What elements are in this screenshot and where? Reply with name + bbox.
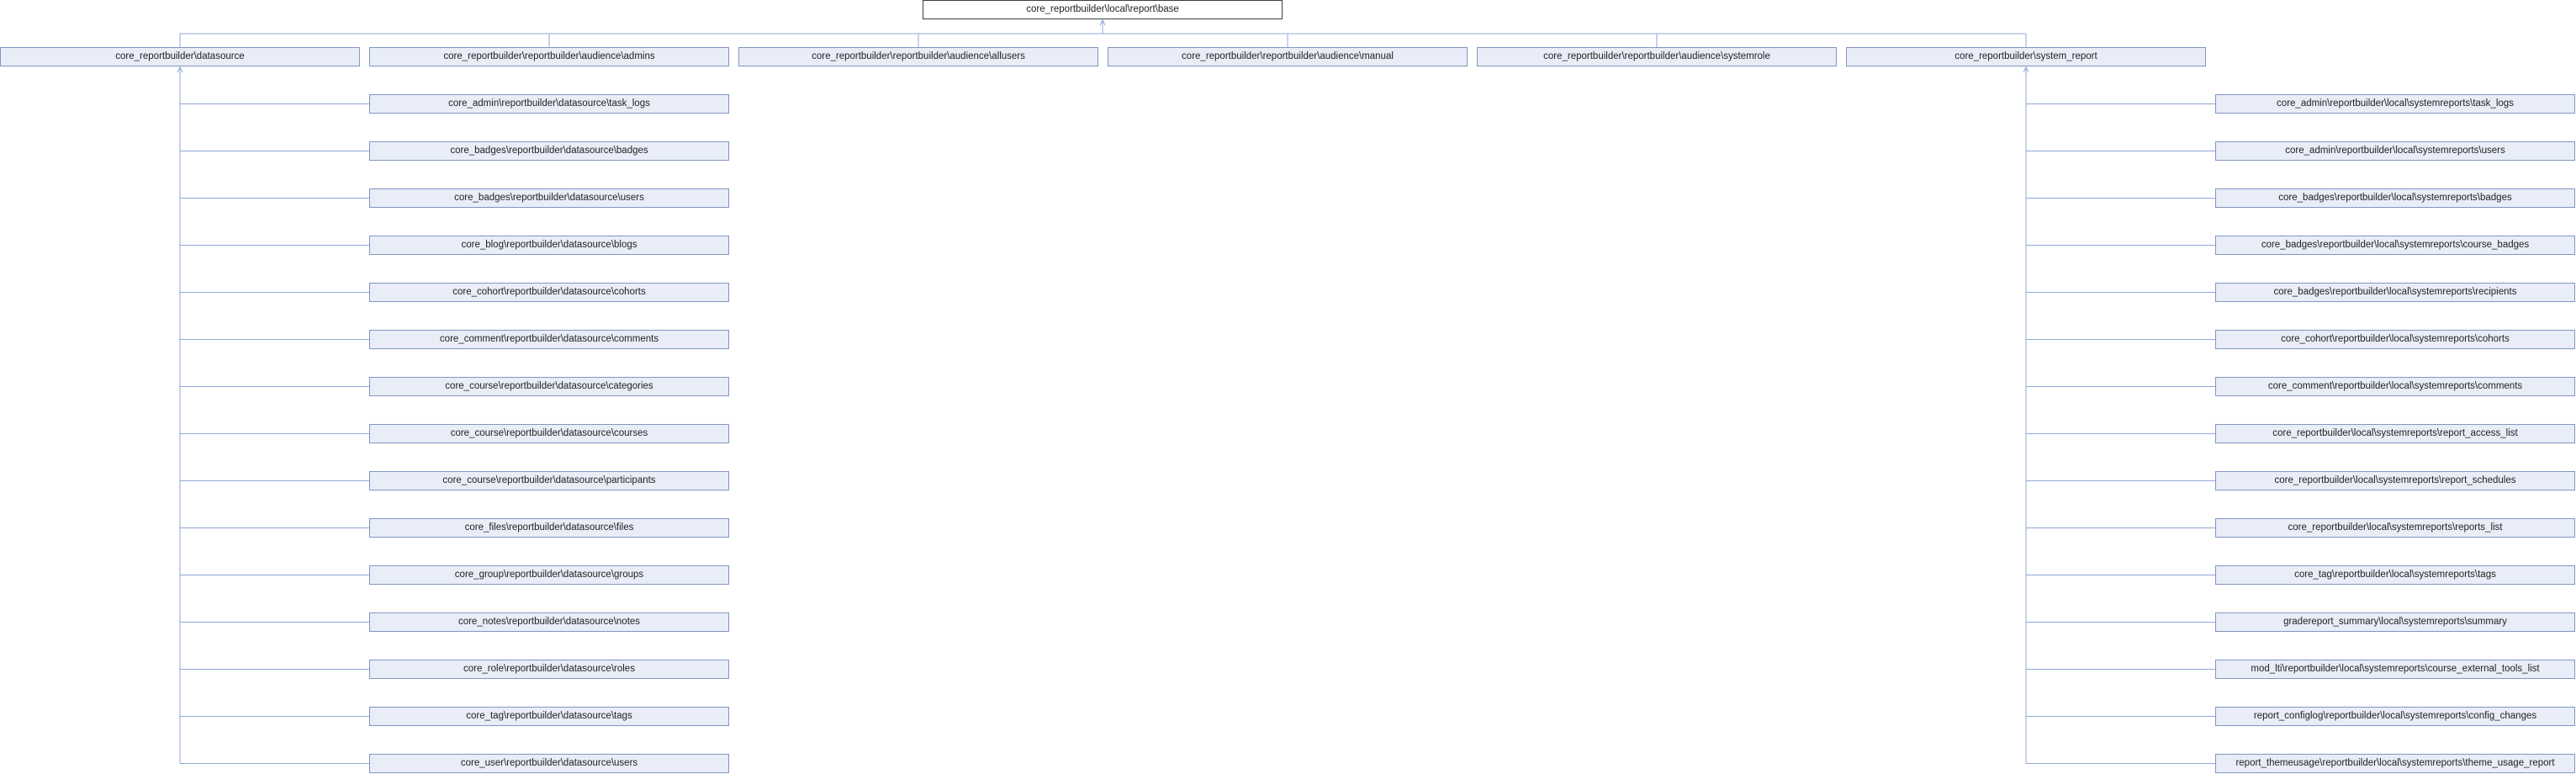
system-report-class-node[interactable]: core_admin\reportbuilder\local\systemrep… (2215, 94, 2575, 114)
child-node-audience-admins[interactable]: core_reportbuilder\reportbuilder\audienc… (369, 47, 729, 66)
datasource-class-node[interactable]: core_blog\reportbuilder\datasource\blogs (369, 236, 729, 255)
datasource-class-node[interactable]: core_admin\reportbuilder\datasource\task… (369, 94, 729, 114)
child-node-audience-allusers[interactable]: core_reportbuilder\reportbuilder\audienc… (738, 47, 1098, 66)
child-node-audience-systemrole[interactable]: core_reportbuilder\reportbuilder\audienc… (1477, 47, 1837, 66)
system-report-class-node[interactable]: core_reportbuilder\local\systemreports\r… (2215, 518, 2575, 538)
system-report-class-node[interactable]: report_themeusage\reportbuilder\local\sy… (2215, 754, 2575, 773)
child-node-audience-manual[interactable]: core_reportbuilder\reportbuilder\audienc… (1108, 47, 1468, 66)
datasource-class-node[interactable]: core_course\reportbuilder\datasource\par… (369, 471, 729, 490)
root-class-node[interactable]: core_reportbuilder\local\report\base (923, 0, 1283, 19)
system-report-class-node[interactable]: gradereport_summary\local\systemreports\… (2215, 612, 2575, 632)
datasource-class-node[interactable]: core_course\reportbuilder\datasource\cou… (369, 424, 729, 443)
datasource-class-node[interactable]: core_group\reportbuilder\datasource\grou… (369, 565, 729, 585)
datasource-class-node[interactable]: core_course\reportbuilder\datasource\cat… (369, 377, 729, 396)
system-report-class-node[interactable]: core_badges\reportbuilder\local\systemre… (2215, 236, 2575, 255)
system-report-class-node[interactable]: core_cohort\reportbuilder\local\systemre… (2215, 330, 2575, 349)
system-report-class-node[interactable]: core_badges\reportbuilder\local\systemre… (2215, 188, 2575, 208)
datasource-class-node[interactable]: core_notes\reportbuilder\datasource\note… (369, 612, 729, 632)
datasource-class-node[interactable]: core_badges\reportbuilder\datasource\bad… (369, 141, 729, 161)
datasource-class-node[interactable]: core_files\reportbuilder\datasource\file… (369, 518, 729, 538)
system-report-class-node[interactable]: core_tag\reportbuilder\local\systemrepor… (2215, 565, 2575, 585)
system-report-class-node[interactable]: core_reportbuilder\local\systemreports\r… (2215, 471, 2575, 490)
system-report-class-node[interactable]: core_comment\reportbuilder\local\systemr… (2215, 377, 2575, 396)
datasource-class-node[interactable]: core_user\reportbuilder\datasource\users (369, 754, 729, 773)
system-report-class-node[interactable]: core_reportbuilder\local\systemreports\r… (2215, 424, 2575, 443)
child-node-datasource[interactable]: core_reportbuilder\datasource (0, 47, 360, 66)
system-report-class-node[interactable]: core_admin\reportbuilder\local\systemrep… (2215, 141, 2575, 161)
datasource-class-node[interactable]: core_role\reportbuilder\datasource\roles (369, 660, 729, 679)
datasource-class-node[interactable]: core_comment\reportbuilder\datasource\co… (369, 330, 729, 349)
child-node-system-report[interactable]: core_reportbuilder\system_report (1846, 47, 2206, 66)
system-report-class-node[interactable]: report_configlog\reportbuilder\local\sys… (2215, 707, 2575, 726)
datasource-class-node[interactable]: core_tag\reportbuilder\datasource\tags (369, 707, 729, 726)
datasource-class-node[interactable]: core_cohort\reportbuilder\datasource\coh… (369, 283, 729, 302)
datasource-class-node[interactable]: core_badges\reportbuilder\datasource\use… (369, 188, 729, 208)
system-report-class-node[interactable]: mod_lti\reportbuilder\local\systemreport… (2215, 660, 2575, 679)
system-report-class-node[interactable]: core_badges\reportbuilder\local\systemre… (2215, 283, 2575, 302)
